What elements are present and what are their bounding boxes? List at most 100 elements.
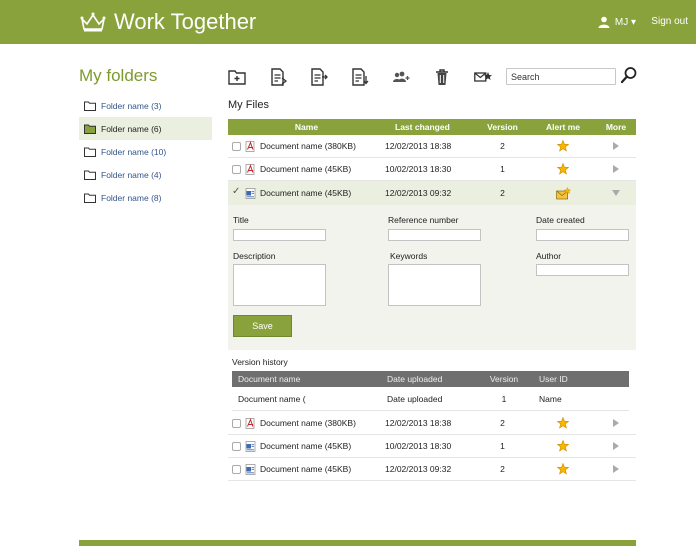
column-header-more[interactable]: More bbox=[596, 122, 636, 132]
search-icon[interactable] bbox=[620, 66, 638, 84]
alert-star-icon[interactable] bbox=[557, 440, 569, 452]
file-version: 2 bbox=[500, 188, 505, 198]
file-toolbar bbox=[227, 66, 514, 88]
alert-star-icon[interactable] bbox=[557, 417, 569, 429]
mail-alert-button[interactable] bbox=[473, 67, 493, 87]
pdf-file-icon bbox=[245, 140, 255, 152]
sidebar-folder-item[interactable]: Folder name (4) bbox=[79, 163, 212, 186]
export-document-icon bbox=[311, 68, 328, 86]
file-name[interactable]: Document name (380KB) bbox=[260, 418, 356, 428]
folder-open-icon bbox=[84, 124, 96, 134]
folder-icon bbox=[84, 147, 96, 157]
description-label: Description bbox=[233, 251, 276, 261]
share-users-icon bbox=[393, 71, 410, 82]
sidebar-folder-item[interactable]: Folder name (8) bbox=[79, 186, 212, 209]
row-checkbox[interactable] bbox=[232, 164, 241, 174]
files-table-continued: Document name (380KB) 12/02/2013 18:38 2… bbox=[228, 412, 636, 481]
file-name[interactable]: Document name (380KB) bbox=[260, 141, 356, 151]
column-header-document-name: Document name bbox=[238, 374, 301, 384]
reference-number-field[interactable] bbox=[388, 229, 481, 241]
pdf-file-icon bbox=[245, 163, 255, 175]
file-name[interactable]: Document name (45KB) bbox=[260, 188, 351, 198]
files-table-header: Name Last changed Version Alert me More bbox=[228, 119, 636, 135]
mail-star-icon bbox=[474, 72, 492, 82]
file-date: 12/02/2013 09:32 bbox=[385, 464, 452, 474]
files-title: My Files bbox=[228, 99, 269, 111]
alert-star-icon[interactable] bbox=[557, 140, 569, 152]
folder-label: Folder name (4) bbox=[101, 169, 162, 180]
share-users-button[interactable] bbox=[391, 67, 411, 87]
folder-icon bbox=[84, 193, 96, 203]
expand-arrow-icon[interactable] bbox=[613, 419, 619, 427]
version-user-id: Name bbox=[539, 394, 562, 404]
file-name[interactable]: Document name (45KB) bbox=[260, 164, 351, 174]
file-name[interactable]: Document name (45KB) bbox=[260, 464, 351, 474]
column-header-last-changed[interactable]: Last changed bbox=[385, 122, 475, 132]
folder-label: Folder name (3) bbox=[101, 100, 162, 111]
sidebar-folder-item[interactable]: Folder name (10) bbox=[79, 140, 212, 163]
delete-button[interactable] bbox=[432, 67, 452, 87]
expand-arrow-icon[interactable] bbox=[613, 442, 619, 450]
row-checkbox[interactable] bbox=[232, 441, 241, 451]
download-document-button[interactable] bbox=[350, 67, 370, 87]
expand-arrow-icon[interactable] bbox=[613, 142, 619, 150]
column-header-name[interactable]: Name bbox=[228, 122, 385, 132]
sidebar-folder-item-active[interactable]: Folder name (6) bbox=[79, 117, 212, 140]
alert-star-icon[interactable] bbox=[557, 463, 569, 475]
version-history-row[interactable]: Document name ( Date uploaded 1 Name bbox=[232, 388, 629, 411]
table-row[interactable]: Document name (45KB) 10/02/2013 18:30 1 bbox=[228, 435, 636, 458]
search-input[interactable] bbox=[506, 68, 616, 85]
file-date: 12/02/2013 09:32 bbox=[385, 188, 452, 198]
expand-arrow-icon[interactable] bbox=[613, 465, 619, 473]
add-document-button[interactable] bbox=[268, 67, 288, 87]
version-document-name: Document name ( bbox=[238, 394, 306, 404]
file-version: 1 bbox=[500, 441, 505, 451]
app-title: Work Together bbox=[114, 9, 257, 34]
author-field[interactable] bbox=[536, 264, 629, 276]
file-date: 12/02/2013 18:38 bbox=[385, 141, 452, 151]
user-menu[interactable]: MJ ▾ bbox=[598, 16, 636, 28]
sidebar-title: My folders bbox=[79, 66, 158, 85]
author-label: Author bbox=[536, 251, 562, 261]
table-row-selected[interactable]: Document name (45KB) 12/02/2013 09:32 2 bbox=[228, 181, 636, 205]
collapse-arrow-icon[interactable] bbox=[612, 190, 620, 196]
user-name: MJ ▾ bbox=[614, 16, 636, 28]
date-created-field[interactable] bbox=[536, 229, 629, 241]
user-icon bbox=[598, 16, 610, 28]
folder-icon bbox=[84, 101, 96, 111]
new-folder-button[interactable] bbox=[227, 67, 247, 87]
version-date-uploaded: Date uploaded bbox=[387, 394, 443, 404]
mail-alert-icon[interactable] bbox=[555, 186, 571, 200]
alert-star-icon[interactable] bbox=[557, 163, 569, 175]
brand[interactable]: Work Together bbox=[79, 9, 256, 35]
save-button[interactable]: Save bbox=[233, 315, 292, 337]
word-file-icon bbox=[245, 463, 256, 475]
keywords-label: Keywords bbox=[390, 251, 428, 261]
row-checkbox[interactable] bbox=[232, 141, 241, 151]
row-checkbox-checked[interactable] bbox=[232, 186, 241, 198]
column-header-version[interactable]: Version bbox=[475, 122, 530, 132]
table-row[interactable]: Document name (45KB) 10/02/2013 18:30 1 bbox=[228, 158, 636, 181]
top-bar: Work Together MJ ▾ Sign out bbox=[0, 0, 696, 44]
table-row[interactable]: Document name (380KB) 12/02/2013 18:38 2 bbox=[228, 135, 636, 158]
description-field[interactable] bbox=[233, 264, 326, 306]
keywords-field[interactable] bbox=[388, 264, 481, 306]
file-date: 12/02/2013 18:38 bbox=[385, 418, 452, 428]
file-date: 10/02/2013 18:30 bbox=[385, 441, 452, 451]
folder-label: Folder name (10) bbox=[101, 146, 167, 157]
row-checkbox[interactable] bbox=[232, 418, 241, 428]
table-row[interactable]: Document name (380KB) 12/02/2013 18:38 2 bbox=[228, 412, 636, 435]
title-field[interactable] bbox=[233, 229, 326, 241]
folder-label: Folder name (8) bbox=[101, 192, 162, 203]
column-header-alert[interactable]: Alert me bbox=[530, 122, 596, 132]
table-row[interactable]: Document name (45KB) 12/02/2013 09:32 2 bbox=[228, 458, 636, 481]
row-checkbox[interactable] bbox=[232, 464, 241, 474]
export-document-button[interactable] bbox=[309, 67, 329, 87]
expand-arrow-icon[interactable] bbox=[613, 165, 619, 173]
sidebar-folder-item[interactable]: Folder name (3) bbox=[79, 94, 212, 117]
file-name[interactable]: Document name (45KB) bbox=[260, 441, 351, 451]
sidebar: My folders Folder name (3) Folder name (… bbox=[79, 66, 212, 209]
pdf-file-icon bbox=[245, 417, 255, 429]
file-version: 1 bbox=[500, 164, 505, 174]
sign-out-link[interactable]: Sign out bbox=[651, 16, 688, 27]
